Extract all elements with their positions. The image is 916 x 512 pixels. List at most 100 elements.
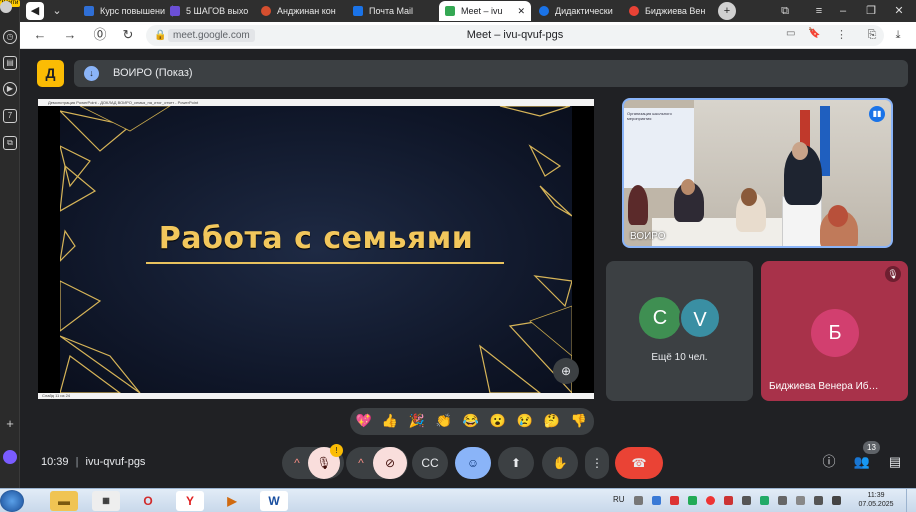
- reaction-clap[interactable]: 👏: [433, 412, 455, 430]
- leave-call-button[interactable]: ☎: [615, 447, 663, 479]
- emoji-button[interactable]: ☺: [455, 447, 491, 479]
- reaction-thumbs-up[interactable]: 👍: [379, 412, 401, 430]
- camera-options-chevron-icon[interactable]: ^: [346, 447, 376, 479]
- tab-andzhinan[interactable]: Анджинан кон: [255, 1, 345, 21]
- close-window-icon[interactable]: ✕: [890, 2, 908, 20]
- back-icon[interactable]: ←: [32, 27, 48, 43]
- show-desktop-button[interactable]: [906, 489, 916, 512]
- chevron-down-icon[interactable]: ⌄: [48, 2, 66, 20]
- history-icon[interactable]: ◷: [3, 30, 17, 44]
- calculator-icon[interactable]: ▦: [92, 491, 120, 511]
- captions-button[interactable]: CC: [412, 447, 448, 479]
- flag-icon[interactable]: [796, 496, 805, 505]
- tray-icon[interactable]: [706, 496, 715, 505]
- minimize-icon[interactable]: –: [834, 2, 852, 20]
- play-icon[interactable]: ▶: [3, 82, 17, 96]
- screenshot-icon[interactable]: ⧉: [3, 136, 17, 150]
- camera-toggle-button[interactable]: ⊘: [373, 447, 407, 479]
- tile-label: ВОИРО: [630, 231, 666, 242]
- sound-icon[interactable]: ◀: [26, 2, 44, 20]
- tab-close-icon[interactable]: ✕: [517, 1, 525, 21]
- download-icon[interactable]: ⤓: [890, 27, 906, 43]
- slide-window-title: Демонстрация PowerPoint - ДОКЛАД ВОИРО_с…: [38, 99, 594, 106]
- volume-icon[interactable]: [832, 496, 841, 505]
- tab-meet[interactable]: Meet – ivu ✕: [439, 1, 531, 21]
- network-icon[interactable]: [778, 496, 787, 505]
- reaction-heart[interactable]: 💖: [353, 412, 375, 430]
- mic-off-icon: 🎙: [316, 456, 332, 470]
- slide: Работа с семьями: [60, 106, 572, 393]
- language-indicator[interactable]: RU: [613, 495, 625, 504]
- opera-icon[interactable]: O: [134, 491, 162, 511]
- clock-time: 10:39: [41, 456, 69, 468]
- reaction-party[interactable]: 🎉: [406, 412, 428, 430]
- tray-icon[interactable]: [634, 496, 643, 505]
- reaction-laugh[interactable]: 😂: [460, 412, 482, 430]
- more-options-button[interactable]: ⋮: [585, 447, 609, 479]
- yandex-browser-icon[interactable]: Y: [176, 491, 204, 511]
- volume-icon[interactable]: [814, 496, 823, 505]
- reaction-thinking[interactable]: 🤔: [541, 412, 563, 430]
- reload-icon[interactable]: ↻: [120, 27, 136, 43]
- tab-bidzhieva[interactable]: Биджиева Вен: [623, 1, 715, 21]
- start-button[interactable]: [0, 490, 24, 512]
- person-head: [681, 179, 695, 195]
- forward-icon[interactable]: →: [62, 27, 78, 43]
- seven-icon[interactable]: 7: [3, 109, 17, 123]
- person-head: [828, 205, 848, 227]
- tab-favicon-icon: [84, 6, 94, 16]
- reaction-surprised[interactable]: 😮: [487, 412, 509, 430]
- tab-5-steps[interactable]: 5 ШАГОВ выхо: [164, 1, 256, 21]
- tray-icon[interactable]: [670, 496, 679, 505]
- alice-icon[interactable]: [3, 450, 17, 464]
- reader-icon[interactable]: ▭: [786, 28, 795, 39]
- participant-name: Биджиева Венера Иб…: [769, 381, 879, 392]
- camera-off-icon: ⊘: [384, 456, 396, 470]
- tray-icon[interactable]: [688, 496, 697, 505]
- presenter-camera-tile[interactable]: Организация школьного мероприятия ▮▮ ВОИ…: [622, 98, 893, 248]
- new-tab-button[interactable]: +: [718, 2, 736, 20]
- participants-count-badge: 13: [863, 441, 880, 454]
- add-icon[interactable]: +: [3, 417, 17, 432]
- reaction-sad[interactable]: 😢: [514, 412, 536, 430]
- present-button[interactable]: ⬆: [498, 447, 534, 479]
- collections-icon[interactable]: ▤: [3, 56, 17, 70]
- tray-icon[interactable]: [652, 496, 661, 505]
- zoom-icon[interactable]: ⊕: [553, 358, 579, 384]
- tab-favicon-icon: [261, 6, 271, 16]
- reactions-bar: 💖 👍 🎉 👏 😂 😮 😢 🤔 👎: [350, 408, 594, 435]
- restore-icon[interactable]: ❐: [862, 2, 880, 20]
- share-icon[interactable]: ⎘: [864, 27, 880, 43]
- info-icon[interactable]: ⓘ: [819, 452, 839, 472]
- url-field[interactable]: 🔒 meet.google.com Meet – ivu-qvuf-pgs ▭ …: [146, 25, 884, 46]
- tabs-overview-icon[interactable]: ⧉: [776, 2, 794, 20]
- meet-window: Войти ◷ ▤ ▶ 7 ⧉ + ◀ ⌄ Курс повышени 5 ША…: [0, 0, 916, 512]
- tab-didactic[interactable]: Дидактически: [533, 1, 625, 21]
- taskbar-clock[interactable]: 11:39 07.05.2025: [856, 491, 896, 509]
- tray-icon[interactable]: [724, 496, 733, 505]
- tray-icon[interactable]: [760, 496, 769, 505]
- bookmark-icon[interactable]: 🔖: [808, 28, 820, 39]
- slide-status: Слайд 11 из 24: [38, 393, 594, 399]
- more-participants: Ещё 10 чел.: [651, 352, 708, 363]
- word-icon[interactable]: W: [260, 491, 288, 511]
- meet-logo: Д: [37, 60, 64, 87]
- projector-screen: Организация школьного мероприятия: [624, 108, 694, 188]
- participant-tile[interactable]: 🎙 Б Биджиева Венера Иб…: [761, 261, 908, 401]
- reaction-thumbs-down[interactable]: 👎: [568, 412, 590, 430]
- tab-course[interactable]: Курс повышени: [78, 1, 170, 21]
- login-button[interactable]: Войти: [0, 0, 20, 20]
- others-tile[interactable]: С V Ещё 10 чел.: [606, 261, 753, 401]
- tray-icon[interactable]: [742, 496, 751, 505]
- raise-hand-button[interactable]: ✋: [542, 447, 578, 479]
- people-icon[interactable]: 👥: [852, 452, 872, 472]
- protect-icon[interactable]: ⓪: [92, 27, 108, 43]
- menu-icon[interactable]: ≡: [810, 2, 828, 20]
- meeting-code: ivu-qvuf-pgs: [85, 456, 146, 468]
- explorer-icon[interactable]: ▬: [50, 491, 78, 511]
- hang-up-icon: ☎: [631, 456, 647, 470]
- media-player-icon[interactable]: ▶: [218, 491, 246, 511]
- tab-mail[interactable]: Почта Mail: [347, 1, 437, 21]
- chat-icon[interactable]: ▤: [885, 452, 905, 472]
- more-icon[interactable]: ⋮: [836, 28, 847, 41]
